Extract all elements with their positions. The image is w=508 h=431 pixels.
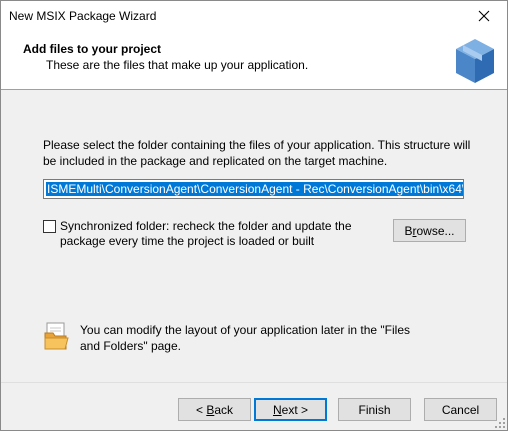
instructions-text: Please select the folder containing the … [43,138,471,168]
back-label-post: ack [214,402,234,417]
browse-label-pre: B [404,223,413,238]
browse-label-post: owse... [416,223,455,238]
cancel-label: Cancel [441,402,480,417]
browse-button[interactable]: Br owse... [393,219,466,242]
back-button[interactable]: < Back [178,398,251,421]
info-text: You can modify the layout of your applic… [80,323,411,353]
close-button[interactable] [461,1,507,31]
resize-grip-icon[interactable] [495,418,505,428]
cancel-button[interactable]: Cancel [424,398,497,421]
folder-icon [44,322,69,350]
finish-button[interactable]: Finish [338,398,411,421]
sync-folder-checkbox[interactable] [43,220,56,233]
next-button[interactable]: Next > [254,398,327,421]
wizard-window: New MSIX Package Wizard Add files to you… [0,0,508,431]
finish-label: Finish [358,402,391,417]
footer-divider [1,382,507,383]
title-bar: New MSIX Package Wizard [1,1,507,31]
folder-path-value: ISMEMulti\ConversionAgent\ConversionAgen… [46,182,463,196]
next-label-mnemonic: N [272,402,282,417]
next-label-post: ext > [281,402,309,417]
folder-path-input[interactable]: ISMEMulti\ConversionAgent\ConversionAgen… [43,179,464,199]
close-icon [478,10,490,22]
wizard-header: Add files to your project These are the … [1,31,507,90]
page-title: Add files to your project [23,42,162,56]
back-label-pre: < [195,402,207,417]
package-box-icon [456,39,494,83]
page-subtitle: These are the files that make up your ap… [46,58,309,72]
sync-folder-label: Synchronized folder: recheck the folder … [60,219,352,248]
window-title: New MSIX Package Wizard [9,9,157,23]
back-label-mnemonic: B [206,402,215,417]
